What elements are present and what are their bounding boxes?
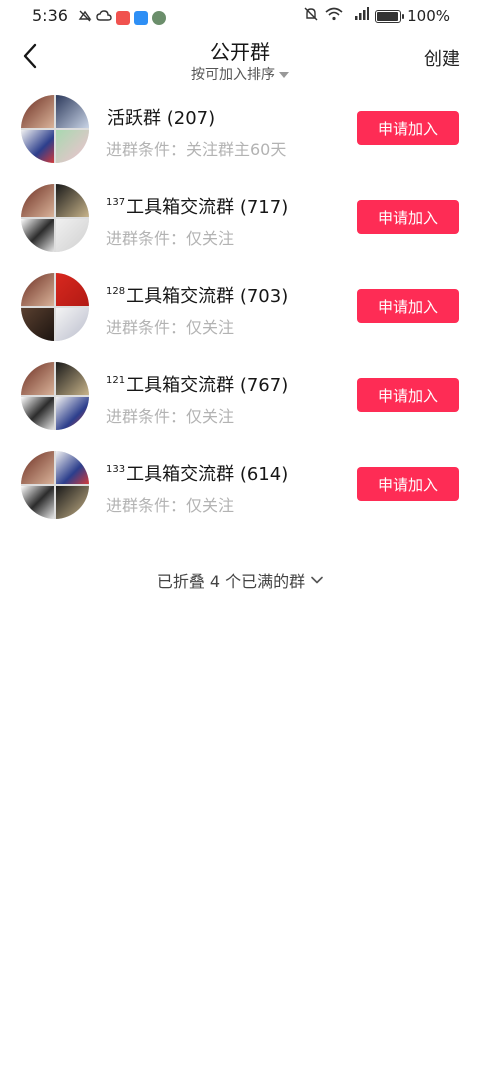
caret-down-icon	[279, 71, 289, 78]
group-name-text: 工具箱交流群 (614)	[126, 464, 289, 485]
status-bar: 5:36 100%	[0, 0, 480, 32]
page-title: 公开群	[210, 40, 270, 64]
group-name-text: 工具箱交流群 (767)	[126, 375, 289, 396]
join-button[interactable]: 申请加入	[357, 467, 459, 501]
header: 公开群 按可加入排序 创建	[0, 32, 480, 84]
blue-cloud-icon	[134, 10, 148, 25]
group-item[interactable]: 137工具箱交流群 (717) 进群条件：仅关注 申请加入	[0, 177, 480, 266]
group-prefix: 128	[106, 286, 126, 297]
join-button[interactable]: 申请加入	[357, 200, 459, 234]
group-avatar	[21, 362, 89, 430]
create-button[interactable]: 创建	[424, 45, 460, 71]
group-prefix: 133	[106, 464, 126, 475]
group-item[interactable]: 活跃群 (207) 进群条件：关注群主60天 申请加入	[0, 88, 480, 177]
wifi-icon	[325, 7, 343, 25]
status-right: 100%	[303, 6, 450, 26]
status-left-icons	[78, 8, 166, 27]
group-condition: 进群条件：仅关注	[106, 318, 235, 337]
status-time: 5:36	[32, 6, 68, 25]
battery-fill	[377, 11, 399, 21]
group-avatar	[21, 273, 89, 341]
group-avatar	[21, 95, 89, 163]
group-name-text: 工具箱交流群 (717)	[126, 197, 289, 218]
group-name-text: 活跃群 (207)	[107, 108, 216, 129]
group-list: 活跃群 (207) 进群条件：关注群主60天 申请加入 137工具箱交流群 (7…	[0, 88, 480, 533]
group-avatar	[21, 184, 89, 252]
group-condition: 进群条件：仅关注	[106, 229, 235, 248]
group-item[interactable]: 133工具箱交流群 (614) 进群条件：仅关注 申请加入	[0, 444, 480, 533]
group-prefix: 121	[106, 375, 126, 386]
group-name-text: 工具箱交流群 (703)	[126, 286, 289, 307]
join-button[interactable]: 申请加入	[357, 289, 459, 323]
cloud-icon	[96, 8, 112, 27]
group-avatar	[21, 451, 89, 519]
chevron-down-icon	[311, 576, 323, 584]
4g-signal-icon	[349, 7, 370, 25]
join-button[interactable]: 申请加入	[357, 111, 459, 145]
collapsed-label: 已折叠 4 个已满的群	[156, 572, 306, 591]
group-condition: 进群条件：仅关注	[106, 496, 235, 515]
photo-app-icon	[152, 10, 166, 25]
collapsed-groups-toggle[interactable]: 已折叠 4 个已满的群	[0, 568, 480, 592]
group-item[interactable]: 121工具箱交流群 (767) 进群条件：仅关注 申请加入	[0, 355, 480, 444]
sort-selector[interactable]: 按可加入排序	[0, 64, 480, 84]
group-prefix: 137	[106, 197, 126, 208]
mute-notif-icon	[78, 8, 92, 27]
sort-label: 按可加入排序	[191, 67, 275, 83]
battery-text: 100%	[407, 7, 450, 25]
red-app-icon	[116, 10, 130, 25]
group-item[interactable]: 128工具箱交流群 (703) 进群条件：仅关注 申请加入	[0, 266, 480, 355]
group-name: 133工具箱交流群 (614)	[106, 460, 288, 486]
join-button[interactable]: 申请加入	[357, 378, 459, 412]
group-condition: 进群条件：关注群主60天	[106, 140, 287, 159]
battery-icon	[375, 9, 405, 23]
group-name: 137工具箱交流群 (717)	[106, 193, 288, 219]
bell-off-icon	[303, 6, 319, 26]
group-name: 121工具箱交流群 (767)	[106, 371, 288, 397]
group-condition: 进群条件：仅关注	[106, 407, 235, 426]
group-name: 活跃群 (207)	[106, 104, 215, 130]
group-name: 128工具箱交流群 (703)	[106, 282, 288, 308]
